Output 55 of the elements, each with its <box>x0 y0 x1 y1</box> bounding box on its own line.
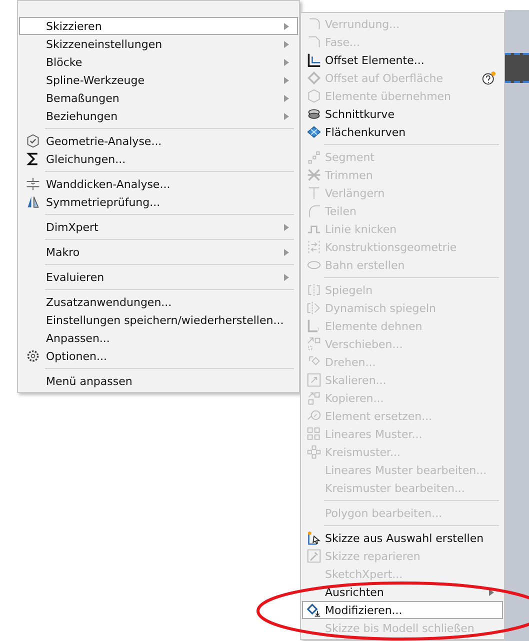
move-icon <box>307 337 321 351</box>
menu-item[interactable]: Makro <box>19 243 298 261</box>
sigma-icon <box>26 152 40 166</box>
settings-icon <box>26 349 40 363</box>
cube-check-icon <box>26 134 40 148</box>
modify-icon <box>307 603 321 617</box>
linear-pattern-icon <box>307 427 321 441</box>
menu-item[interactable]: Gleichungen... <box>19 150 298 168</box>
menu-item[interactable]: Evaluieren <box>19 268 298 286</box>
scale-icon <box>307 373 321 387</box>
menu-item[interactable]: Skizzeneinstellungen <box>19 35 298 53</box>
menu-item[interactable]: Flächenkurven <box>302 123 503 141</box>
menu-item[interactable]: Menü anpassen <box>19 372 298 390</box>
menu-item[interactable]: Geometrie-Analyse... <box>19 132 298 150</box>
menu-item[interactable]: Spline-Werkzeuge <box>19 71 298 89</box>
symmetry-icon <box>26 195 40 209</box>
menu-item[interactable]: Zusatzanwendungen... <box>19 293 298 311</box>
menu-item[interactable]: Skizze aus Auswahl erstellen <box>302 529 503 547</box>
surface-offset-icon <box>307 71 321 85</box>
repair-icon <box>307 549 321 563</box>
stretch-icon <box>307 319 321 333</box>
menu-item[interactable]: Optionen... <box>19 347 298 365</box>
menu-item[interactable]: DimXpert <box>19 218 298 236</box>
sketch-from-selection-icon <box>307 531 321 545</box>
construction-icon <box>307 240 321 254</box>
chamfer-icon <box>307 35 321 49</box>
dynamic-mirror-icon <box>307 301 321 315</box>
menu-item[interactable]: Anpassen... <box>19 329 298 347</box>
menu-item[interactable]: Bemaßungen <box>19 89 298 107</box>
menu-item[interactable]: Modifizieren... <box>302 601 503 619</box>
segment-icon <box>307 150 321 164</box>
menu-item[interactable]: Blöcke <box>19 53 298 71</box>
replace-icon <box>307 409 321 423</box>
arc-icon <box>307 204 321 218</box>
offset-icon <box>307 53 321 67</box>
menu-item[interactable]: Symmetrieprüfung... <box>19 193 298 211</box>
menu-item[interactable]: Einstellungen speichern/wiederherstellen... <box>19 311 298 329</box>
trim-icon <box>307 168 321 182</box>
menu-item[interactable]: Ausrichten <box>302 583 503 601</box>
menu-item[interactable]: Offset Elemente... <box>302 51 503 69</box>
circular-pattern-icon <box>307 445 321 459</box>
extend-icon <box>307 186 321 200</box>
fillet-icon <box>307 17 321 31</box>
ellipse-icon <box>307 258 321 272</box>
surface-grid-icon <box>307 125 321 139</box>
menu-item[interactable]: Wanddicken-Analyse... <box>19 175 298 193</box>
menu-item[interactable]: Schnittkurve <box>302 105 503 123</box>
thickness-icon <box>26 177 40 191</box>
copy-icon <box>307 391 321 405</box>
menu-item[interactable]: Skizzieren <box>19 17 298 35</box>
cube-icon <box>307 89 321 103</box>
mirror-icon <box>307 283 321 297</box>
menu-item[interactable]: Beziehungen <box>19 107 298 125</box>
selected-sketch-bar <box>505 53 529 83</box>
intersection-icon <box>307 107 321 121</box>
